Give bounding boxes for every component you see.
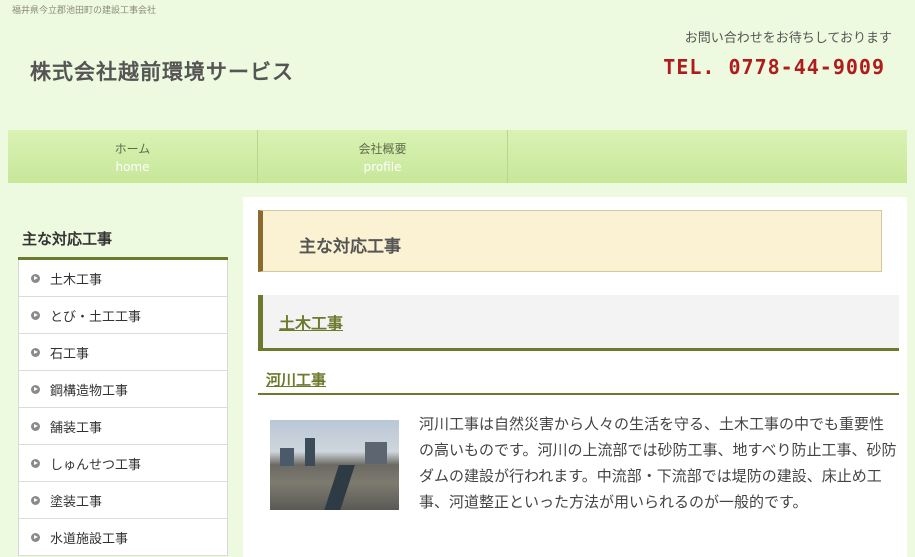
nav-label-ja: 会社概要 (358, 141, 407, 156)
site-title[interactable]: 株式会社越前環境サービス (30, 56, 294, 86)
river-construction-photo (270, 420, 399, 510)
sidebar-item-label: 塗装工事 (50, 494, 103, 510)
section-body-text: 河川工事は自然災害から人々の生活を守る、土木工事の中でも重要性の高いものです。河… (419, 415, 897, 511)
sidebar-item-suido[interactable]: 水道施設工事 (19, 519, 227, 556)
phone-number[interactable]: TEL. 0778-44-9009 (663, 55, 885, 79)
subheading-box: 土木工事 (258, 295, 899, 351)
sidebar-item-toso[interactable]: 塗装工事 (19, 482, 227, 519)
page-heading-box: 主な対応工事 (258, 210, 882, 272)
nav-label-ja: ホーム (114, 141, 151, 156)
section-heading-link[interactable]: 河川工事 (266, 369, 326, 390)
arrow-bullet-icon (31, 384, 40, 394)
sidebar-item-label: 土木工事 (50, 272, 103, 288)
nav-label-en: home (115, 159, 150, 174)
sidebar-item-doboku[interactable]: 土木工事 (19, 260, 227, 297)
sidebar-item-label: とび・土工工事 (50, 309, 142, 325)
arrow-bullet-icon (31, 495, 40, 505)
sidebar-item-label: しゅんせつ工事 (50, 457, 142, 473)
section-heading-box: 河川工事 (258, 367, 899, 395)
nav-item-profile[interactable]: 会社概要 profile (258, 130, 508, 183)
sidebar-item-ishi[interactable]: 石工事 (19, 334, 227, 371)
sidebar-item-hoso[interactable]: 舗装工事 (19, 408, 227, 445)
nav-item-home[interactable]: ホーム home (8, 130, 258, 183)
arrow-bullet-icon (31, 421, 40, 431)
global-nav: ホーム home 会社概要 profile (8, 130, 907, 183)
sidebar-item-label: 舗装工事 (50, 420, 103, 436)
sidebar-item-label: 水道施設工事 (50, 531, 129, 547)
arrow-bullet-icon (31, 347, 40, 357)
subheading-link[interactable]: 土木工事 (279, 310, 343, 334)
arrow-bullet-icon (31, 458, 40, 468)
sidebar-list: 土木工事 とび・土工工事 石工事 鋼構造物工事 舗装工事 しゅんせつ工事 塗装工… (18, 260, 228, 556)
site-tagline: 福井県今立郡池田町の建設工事会社 (12, 6, 157, 16)
nav-label-en: profile (363, 159, 402, 174)
main-content: 主な対応工事 土木工事 河川工事 河川工事は自然災害から人々の生活を守る、土木工… (243, 197, 907, 557)
arrow-bullet-icon (31, 273, 40, 283)
contact-message: お問い合わせをお待ちしております (684, 31, 892, 46)
sidebar-item-label: 石工事 (50, 346, 90, 362)
sidebar: 主な対応工事 土木工事 とび・土工工事 石工事 鋼構造物工事 舗装工事 しゅんせ… (18, 222, 228, 556)
sidebar-item-tobi-doko[interactable]: とび・土工工事 (19, 297, 227, 334)
sidebar-item-label: 鋼構造物工事 (50, 383, 129, 399)
sidebar-item-shunsetsu[interactable]: しゅんせつ工事 (19, 445, 227, 482)
sidebar-item-kokozobutsu[interactable]: 鋼構造物工事 (19, 371, 227, 408)
arrow-bullet-icon (31, 310, 40, 320)
arrow-bullet-icon (31, 532, 40, 542)
page-title: 主な対応工事 (299, 237, 401, 257)
sidebar-heading: 主な対応工事 (18, 222, 228, 260)
